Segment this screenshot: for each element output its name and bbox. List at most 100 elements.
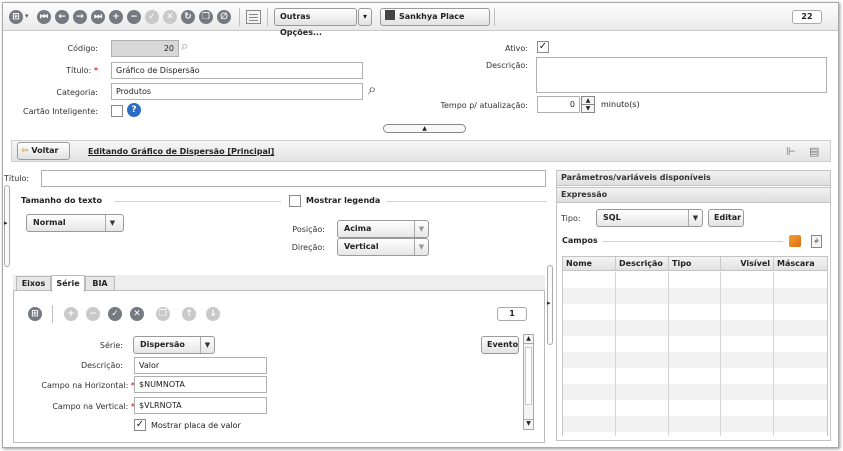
attach-icon[interactable]: ∅ [217, 10, 231, 24]
horizontal-label-text: Campo na Horizontal: [41, 381, 129, 390]
chevron-down-icon[interactable]: ▾ [25, 12, 29, 20]
remove-icon[interactable]: − [127, 10, 141, 24]
ativo-checkbox[interactable]: ✓ [537, 41, 549, 53]
position-select[interactable]: Acima ▼ [337, 220, 429, 238]
next-record-icon[interactable]: → [73, 10, 87, 24]
chevron-down-icon: ▼ [688, 210, 702, 226]
help-icon[interactable]: ? [127, 103, 141, 117]
list-config-icon[interactable]: ▤ [809, 145, 819, 158]
record-counter: 22 [792, 10, 822, 24]
last-record-icon[interactable]: ⏭ [91, 10, 105, 24]
column-visivel[interactable]: Visível [721, 257, 774, 271]
bag-icon [385, 10, 395, 20]
confirm-icon[interactable]: ✓ [145, 10, 159, 24]
chevron-up-icon[interactable]: ▲ [582, 97, 594, 104]
cancel-icon[interactable]: ✕ [163, 10, 177, 24]
previous-record-icon[interactable]: ← [55, 10, 69, 24]
back-label: Voltar [31, 146, 59, 155]
confirm-icon[interactable]: ✓ [108, 307, 122, 321]
add-icon[interactable]: + [64, 307, 78, 321]
back-button[interactable]: ⇦ Voltar [17, 142, 70, 160]
chevron-right-icon: ▸ [547, 299, 551, 307]
categoria-field[interactable]: Produtos [111, 83, 363, 100]
sankhya-place-label: Sankhya Place [399, 12, 465, 21]
fields-table: Nome Descrição Tipo Visível Máscara [562, 256, 828, 436]
edit-button[interactable]: Editar [708, 209, 744, 227]
tree-config-icon[interactable]: ⊩ [786, 145, 796, 158]
chevron-down-icon: ▾ [362, 12, 367, 21]
more-options-dropdown[interactable]: ▾ [358, 8, 372, 26]
codigo-field[interactable]: 20 [111, 40, 179, 57]
horizontal-field[interactable]: $NUMNOTA [134, 376, 267, 393]
descricao-field[interactable] [536, 57, 827, 93]
required-icon: * [93, 66, 98, 75]
chart-title-label: Título: [4, 174, 30, 183]
center-splitter[interactable]: ▸ [547, 265, 553, 345]
column-nome[interactable]: Nome [563, 257, 616, 271]
tab-bia[interactable]: BIA [85, 276, 115, 291]
series-descricao-label: Descrição: [80, 361, 123, 370]
tempo-unit: minuto(s) [601, 100, 640, 109]
table-header: Nome Descrição Tipo Visível Máscara [563, 257, 827, 271]
more-options-button[interactable]: Outras Opções... [274, 8, 357, 37]
descricao-label: Descrição: [485, 61, 528, 70]
editing-title-link[interactable]: Editando Gráfico de Dispersão [Principal… [88, 147, 274, 156]
remove-icon[interactable]: − [86, 307, 100, 321]
ativo-label: Ativo: [504, 44, 528, 53]
chevron-up-icon[interactable]: ▲ [524, 335, 533, 344]
grid-menu-icon[interactable]: ⊞ [9, 10, 23, 24]
tempo-field[interactable]: 0 [537, 96, 580, 113]
vertical-field[interactable]: $VLRNOTA [134, 397, 267, 414]
toolbar-divider [239, 8, 240, 26]
titulo-value: Gráfico de Dispersão [116, 66, 200, 75]
serie-value: Dispersão [140, 340, 185, 349]
search-icon[interactable]: ⌕ [368, 82, 376, 97]
show-value-checkbox[interactable]: ✓ [134, 419, 146, 431]
table-config-icon[interactable] [246, 10, 261, 24]
field-format-icon[interactable]: # [811, 235, 822, 248]
tempo-label: Tempo p/ atualização: [440, 101, 528, 110]
tipo-select[interactable]: SQL ▼ [596, 209, 703, 227]
column-descricao[interactable]: Descrição [616, 257, 669, 271]
cartao-checkbox[interactable] [111, 105, 123, 117]
chevron-down-icon[interactable]: ▼ [582, 105, 594, 112]
chart-title-field[interactable] [41, 170, 546, 187]
horizontal-label: Campo na Horizontal: * [7, 381, 135, 390]
toolbar: ⊞ ▾ ⏮ ← → ⏭ + − ✓ ✕ ↻ ❐ ∅ Outras Opções.… [3, 3, 838, 37]
copy-icon[interactable]: ❐ [156, 307, 170, 321]
chevron-down-icon: ▼ [414, 239, 428, 255]
text-size-select[interactable]: Normal ▼ [26, 214, 124, 232]
edit-label: Editar [714, 213, 742, 222]
tab-eixos[interactable]: Eixos [16, 276, 51, 291]
first-record-icon[interactable]: ⏮ [37, 10, 51, 24]
serie-select[interactable]: Dispersão ▼ [133, 336, 215, 354]
tab-serie[interactable]: Série [51, 275, 85, 292]
column-mascara[interactable]: Máscara [774, 257, 827, 271]
left-splitter[interactable]: ▸ [4, 185, 10, 267]
search-icon[interactable]: ⌕ [181, 40, 195, 54]
column-tipo[interactable]: Tipo [669, 257, 721, 271]
series-scrollbar[interactable]: ▲ ▼ [523, 334, 534, 430]
move-up-icon[interactable]: ↑ [182, 307, 196, 321]
direction-select[interactable]: Vertical ▼ [337, 238, 429, 256]
show-legend-checkbox[interactable] [289, 195, 301, 207]
tab-serie-label: Série [56, 279, 80, 288]
sankhya-place-button[interactable]: Sankhya Place [380, 8, 490, 26]
evento-button[interactable]: Evento [481, 336, 519, 354]
add-icon[interactable]: + [109, 10, 123, 24]
more-options-label: Outras Opções... [280, 12, 323, 37]
collapse-toggle[interactable]: ▲ [383, 124, 466, 133]
titulo-field[interactable]: Gráfico de Dispersão [111, 62, 363, 79]
move-down-icon[interactable]: ↓ [206, 307, 220, 321]
series-descricao-field[interactable]: Valor [134, 357, 267, 374]
chevron-down-icon: ▼ [105, 215, 119, 231]
tempo-stepper[interactable]: ▲ ▼ [581, 96, 595, 113]
scroll-thumb[interactable] [525, 347, 532, 405]
cancel-icon[interactable]: ✕ [130, 307, 144, 321]
refresh-icon[interactable]: ↻ [181, 10, 195, 24]
chevron-down-icon[interactable]: ▼ [524, 419, 533, 429]
copy-icon[interactable]: ❐ [199, 10, 213, 24]
grid-menu-icon[interactable]: ⊞ [28, 307, 42, 321]
add-field-icon[interactable] [789, 235, 801, 247]
toolbar-divider [267, 8, 268, 26]
